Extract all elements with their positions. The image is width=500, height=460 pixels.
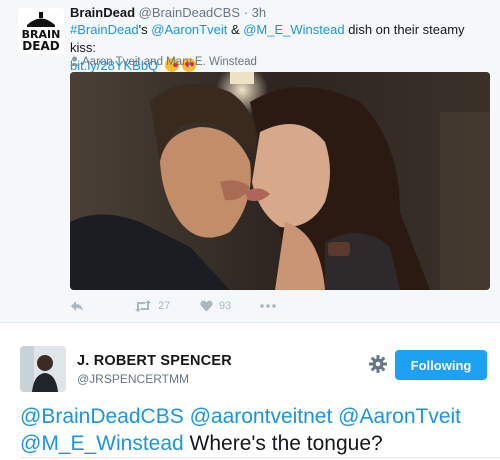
- mention-braindeadcbs[interactable]: @BrainDeadCBS: [20, 405, 184, 428]
- mention-aarontveit[interactable]: @AaronTveit: [338, 405, 461, 428]
- reply-author-name[interactable]: J. ROBERT SPENCER: [77, 353, 232, 369]
- text-amp: &: [227, 22, 244, 37]
- text-possessive: 's: [138, 22, 148, 37]
- mention-m-e-winstead[interactable]: @M_E_Winstead: [20, 432, 184, 455]
- kiss-photo-image: [70, 72, 490, 290]
- reply-button[interactable]: [70, 300, 84, 312]
- tweet-photo[interactable]: [70, 72, 490, 290]
- hashtag-link[interactable]: #BrainDead: [70, 22, 139, 37]
- bottom-divider: [20, 457, 500, 458]
- retweet-icon: [135, 300, 151, 312]
- like-count: 93: [219, 300, 232, 312]
- author-handle[interactable]: @BrainDeadCBS: [139, 5, 240, 20]
- separator-dot: ·: [243, 5, 248, 20]
- author-name[interactable]: BrainDead: [70, 5, 135, 20]
- mention-aarontveitnet[interactable]: @aarontveitnet: [190, 405, 333, 428]
- tweet-timestamp[interactable]: 3h: [252, 5, 266, 20]
- more-button[interactable]: [260, 304, 276, 308]
- mention-aarontveit[interactable]: @AaronTveit: [151, 22, 227, 37]
- reply-author-handle[interactable]: @JRSPENCERTMM: [77, 372, 189, 386]
- braindead-logo: BRAIN DEAD: [18, 8, 64, 54]
- braindead-avatar[interactable]: BRAIN DEAD: [18, 8, 64, 54]
- gear-icon[interactable]: [368, 354, 388, 374]
- tweet-divider: [0, 322, 500, 323]
- following-button[interactable]: Following: [395, 350, 487, 380]
- tagged-names: Aaron Tveit and Mary E. Winstead: [82, 56, 257, 68]
- tweet-header: BrainDead @BrainDeadCBS · 3h: [70, 5, 266, 20]
- spencer-avatar[interactable]: [20, 346, 66, 392]
- svg-text:DEAD: DEAD: [22, 39, 59, 53]
- tweet-actions: 27 93: [70, 300, 370, 316]
- tweet-braindead: BRAIN DEAD BrainDead @BrainDeadCBS · 3h …: [0, 0, 500, 322]
- tagged-people[interactable]: Aaron Tveit and Mary E. Winstead: [70, 56, 257, 68]
- like-button[interactable]: 93: [200, 300, 231, 312]
- mention-winstead[interactable]: @M_E_Winstead: [243, 22, 344, 37]
- profile-photo: [20, 346, 66, 392]
- reply-icon: [71, 301, 83, 311]
- reply-tweet-text: @BrainDeadCBS @aarontveitnet @AaronTveit…: [20, 403, 490, 457]
- more-icon: [260, 304, 276, 308]
- retweet-button[interactable]: 27: [134, 300, 170, 312]
- retweet-count: 27: [158, 300, 171, 312]
- reply-text-rest: Where's the tongue?: [183, 432, 383, 455]
- person-icon: [70, 56, 79, 66]
- heart-icon: [200, 300, 213, 312]
